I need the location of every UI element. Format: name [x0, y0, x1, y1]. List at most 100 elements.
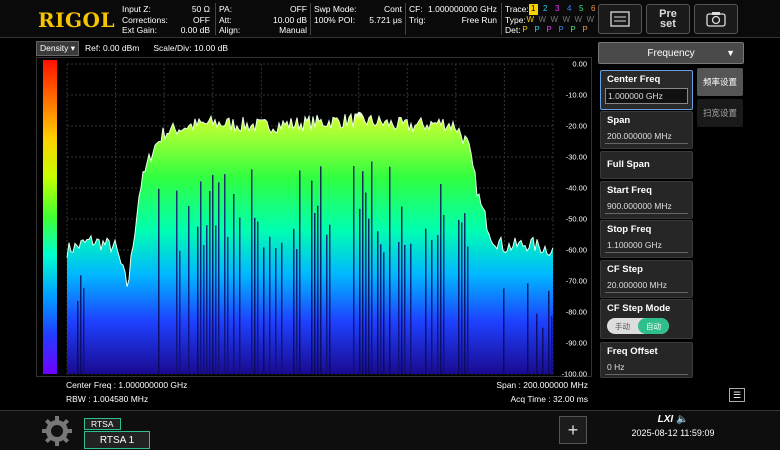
density-spike: [200, 181, 202, 374]
density-spike: [389, 166, 391, 374]
density-spike: [269, 236, 271, 374]
screenshot-button[interactable]: [694, 4, 738, 34]
freq-offset-label: Freq Offset: [607, 346, 658, 357]
home-button[interactable]: [38, 414, 76, 448]
y-tick-label: -50.00: [565, 214, 587, 224]
density-spike: [431, 240, 433, 374]
trace-status[interactable]: Trace: 1 2 3 4 5 6 Type: W W W W W W Det…: [505, 4, 596, 36]
trace-2[interactable]: 2: [541, 4, 550, 15]
stop-freq-button[interactable]: Stop Freq 1.100000 GHz: [600, 220, 693, 258]
instrument-tab-rtsa[interactable]: RTSA RTSA 1: [84, 414, 150, 449]
trace-1[interactable]: 1: [528, 4, 538, 15]
speaker-icon[interactable]: 🔈: [676, 414, 688, 425]
trace-det-2: P: [534, 25, 540, 34]
swp-mode-value: Cont: [384, 4, 402, 14]
freq-offset-field[interactable]: 0 Hz: [605, 360, 688, 375]
trace-6[interactable]: 6: [589, 4, 598, 15]
toggle-option-auto[interactable]: 自动: [638, 318, 669, 334]
menu-collapse-icon[interactable]: ☰: [729, 388, 745, 402]
brand-logo: RIGOL: [38, 8, 116, 32]
density-spike: [542, 327, 544, 374]
span-button[interactable]: Span 200.000000 MHz: [600, 111, 693, 149]
cf-step-mode-label: CF Step Mode: [607, 303, 671, 314]
density-spike: [188, 205, 190, 374]
density-spike: [275, 247, 277, 374]
datetime: 2025-08-12 11:59:09: [631, 428, 715, 438]
chevron-down-icon: ▾: [70, 42, 75, 53]
ext-gain-value: 0.00 dB: [180, 25, 210, 35]
density-spike: [158, 188, 160, 374]
display-mode-dropdown[interactable]: Density ▾: [36, 40, 79, 56]
poi-label: 100% POI:: [314, 14, 356, 25]
span-field[interactable]: 200.000000 MHz: [605, 129, 688, 144]
gear-icon: [42, 416, 72, 446]
density-spike: [197, 226, 199, 374]
density-spike: [551, 315, 553, 374]
preset-button[interactable]: Pre set: [646, 4, 690, 34]
toggle-option-manual[interactable]: 手动: [607, 318, 638, 334]
cf-status: CF: 1.000000000 GHz Trig: Free Run: [409, 4, 497, 25]
y-tick-label: -40.00: [565, 183, 587, 193]
add-button[interactable]: +: [559, 416, 587, 444]
type-label: Type:: [505, 14, 526, 25]
full-span-button[interactable]: Full Span: [600, 151, 693, 179]
start-freq-field[interactable]: 900.000000 MHz: [605, 199, 688, 214]
center-freq-field[interactable]: 1.000000 GHz: [605, 88, 688, 104]
cf-step-button[interactable]: CF Step 20.000000 MHz: [600, 260, 693, 298]
y-tick-label: -10.00: [565, 90, 587, 100]
density-spike: [227, 236, 229, 374]
cf-step-mode-toggle[interactable]: 手动 自动: [607, 318, 669, 334]
plot-footer: Center Freq : 1.000000000 GHz RBW : 1.00…: [36, 378, 592, 408]
acq-time-readout: Acq Time : 32.00 ms: [510, 394, 588, 404]
density-spike: [464, 213, 466, 374]
menu-title-dropdown[interactable]: Frequency ▼: [598, 42, 744, 64]
cf-label: CF:: [409, 4, 423, 14]
trace-det-1: P: [522, 25, 528, 34]
trace-3[interactable]: 3: [553, 4, 562, 15]
plot-header: Density ▾ Ref: 0.00 dBm Scale/Div: 10.00…: [36, 40, 592, 56]
density-spike: [176, 190, 178, 374]
tab-span-settings[interactable]: 扫宽设置: [697, 99, 743, 127]
tab-freq-settings[interactable]: 频率设置: [697, 68, 743, 96]
density-spike: [368, 218, 370, 374]
density-spike: [311, 180, 313, 374]
trace-label: Trace:: [505, 4, 529, 14]
density-spike: [410, 243, 412, 374]
y-tick-label: -80.00: [565, 307, 587, 317]
span-readout: Span : 200.000000 MHz: [496, 380, 588, 390]
density-spike: [80, 275, 82, 374]
center-freq-button[interactable]: Center Freq 1.000000 GHz: [600, 70, 693, 110]
trace-type-1: W: [526, 14, 535, 24]
stop-freq-field[interactable]: 1.100000 GHz: [605, 238, 688, 253]
corrections-value: OFF: [193, 14, 210, 25]
cf-step-field[interactable]: 20.000000 MHz: [605, 278, 688, 293]
display-layout-button[interactable]: [598, 4, 642, 34]
trace-type-3: W: [550, 14, 559, 24]
trig-label: Trig:: [409, 14, 426, 25]
divider: [215, 3, 216, 35]
density-spike: [320, 166, 322, 374]
density-spike: [329, 224, 331, 374]
cf-step-label: CF Step: [607, 264, 643, 275]
trace-5[interactable]: 5: [577, 4, 586, 15]
freq-offset-button[interactable]: Freq Offset 0 Hz: [600, 342, 693, 378]
density-spike: [440, 184, 442, 374]
density-spike: [206, 225, 208, 374]
cf-step-mode-button[interactable]: CF Step Mode 手动 自动: [600, 299, 693, 339]
status-bar: RIGOL Input Z: 50 Ω Corrections: OFF Ext G…: [0, 0, 780, 38]
chevron-down-icon: ▼: [726, 48, 735, 58]
att-label: Att:: [219, 14, 232, 25]
center-freq-readout: Center Freq : 1.000000000 GHz: [66, 380, 188, 390]
corrections-label: Corrections:: [122, 14, 168, 25]
pa-value: OFF: [290, 4, 307, 14]
det-label: Det:: [505, 25, 521, 35]
trace-det-5: P: [570, 25, 576, 34]
start-freq-button[interactable]: Start Freq 900.000000 MHz: [600, 181, 693, 219]
att-value: 10.00 dB: [272, 14, 307, 25]
trace-type-2: W: [538, 14, 547, 24]
trace-4[interactable]: 4: [565, 4, 574, 15]
spectrum-plot[interactable]: 0.00 -10.00 -20.00 -30.00 -40.00 -50.00 -60.00…: [36, 57, 592, 379]
density-spike: [77, 300, 79, 374]
pa-status: PA: OFF Att: 10.00 dB Align: Manual: [219, 4, 307, 36]
density-spike: [218, 182, 220, 374]
